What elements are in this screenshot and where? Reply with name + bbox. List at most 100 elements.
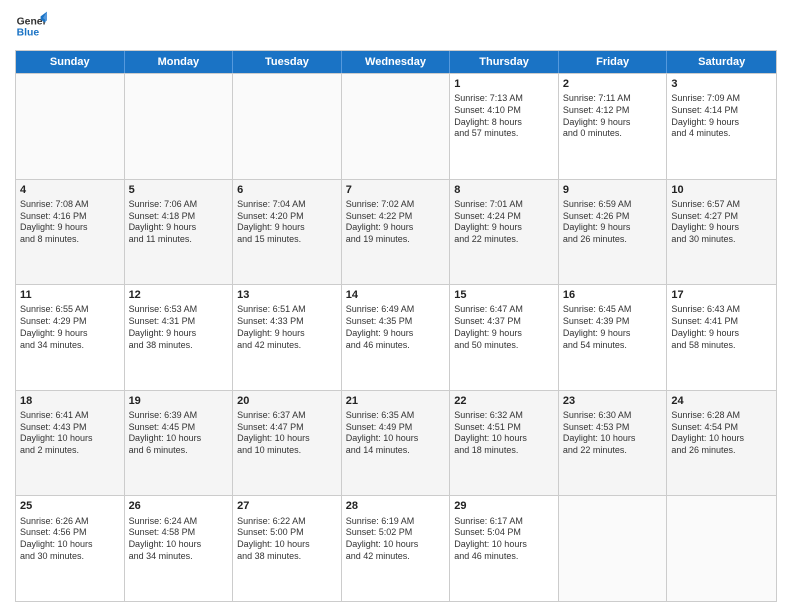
logo: General Blue	[15, 10, 47, 42]
logo-icon: General Blue	[15, 10, 47, 42]
day-info: Sunset: 4:29 PM	[20, 316, 120, 328]
day-info: Sunrise: 6:49 AM	[346, 304, 446, 316]
day-info: Daylight: 9 hours	[563, 222, 663, 234]
day-info: Daylight: 9 hours	[563, 117, 663, 129]
day-info: Sunrise: 6:55 AM	[20, 304, 120, 316]
day-info: Daylight: 9 hours	[129, 328, 229, 340]
calendar-row-1: 4Sunrise: 7:08 AMSunset: 4:16 PMDaylight…	[16, 179, 776, 285]
day-info: Daylight: 9 hours	[563, 328, 663, 340]
calendar-cell: 13Sunrise: 6:51 AMSunset: 4:33 PMDayligh…	[233, 285, 342, 390]
calendar-cell: 25Sunrise: 6:26 AMSunset: 4:56 PMDayligh…	[16, 496, 125, 601]
day-number: 15	[454, 288, 554, 302]
day-info: Daylight: 9 hours	[671, 328, 772, 340]
day-info: Sunrise: 6:32 AM	[454, 410, 554, 422]
day-info: Sunrise: 6:45 AM	[563, 304, 663, 316]
day-info: Daylight: 9 hours	[454, 328, 554, 340]
day-info: Daylight: 10 hours	[20, 539, 120, 551]
calendar-row-3: 18Sunrise: 6:41 AMSunset: 4:43 PMDayligh…	[16, 390, 776, 496]
day-number: 16	[563, 288, 663, 302]
calendar-cell: 23Sunrise: 6:30 AMSunset: 4:53 PMDayligh…	[559, 391, 668, 496]
day-info: and 57 minutes.	[454, 128, 554, 140]
header: General Blue	[15, 10, 777, 42]
day-info: Sunrise: 6:24 AM	[129, 516, 229, 528]
day-number: 8	[454, 183, 554, 197]
day-info: Sunset: 4:51 PM	[454, 422, 554, 434]
day-info: and 10 minutes.	[237, 445, 337, 457]
day-number: 23	[563, 394, 663, 408]
calendar-cell: 21Sunrise: 6:35 AMSunset: 4:49 PMDayligh…	[342, 391, 451, 496]
day-info: Sunset: 5:02 PM	[346, 527, 446, 539]
day-info: Sunset: 4:54 PM	[671, 422, 772, 434]
day-info: Daylight: 9 hours	[671, 117, 772, 129]
day-number: 1	[454, 77, 554, 91]
day-info: Daylight: 9 hours	[671, 222, 772, 234]
day-info: and 34 minutes.	[129, 551, 229, 563]
day-info: Sunrise: 6:37 AM	[237, 410, 337, 422]
day-info: Sunrise: 6:47 AM	[454, 304, 554, 316]
calendar-cell	[342, 74, 451, 179]
day-info: Sunset: 4:10 PM	[454, 105, 554, 117]
day-number: 12	[129, 288, 229, 302]
weekday-header-sunday: Sunday	[16, 51, 125, 73]
calendar-cell: 16 Sunrise: 6:45 AMSunset: 4:39 PMDayligh…	[559, 285, 668, 390]
day-info: and 46 minutes.	[454, 551, 554, 563]
day-number: 24	[671, 394, 772, 408]
day-info: Sunrise: 6:39 AM	[129, 410, 229, 422]
day-info: Sunset: 4:31 PM	[129, 316, 229, 328]
calendar-cell: 27Sunrise: 6:22 AMSunset: 5:00 PMDayligh…	[233, 496, 342, 601]
day-info: and 50 minutes.	[454, 340, 554, 352]
day-info: Daylight: 9 hours	[346, 328, 446, 340]
calendar-row-4: 25Sunrise: 6:26 AMSunset: 4:56 PMDayligh…	[16, 495, 776, 601]
day-info: and 2 minutes.	[20, 445, 120, 457]
calendar-cell: 6Sunrise: 7:04 AMSunset: 4:20 PMDaylight…	[233, 180, 342, 285]
day-info: Sunrise: 7:02 AM	[346, 199, 446, 211]
calendar-cell: 29Sunrise: 6:17 AMSunset: 5:04 PMDayligh…	[450, 496, 559, 601]
calendar-cell: 28Sunrise: 6:19 AMSunset: 5:02 PMDayligh…	[342, 496, 451, 601]
calendar-cell: 26Sunrise: 6:24 AMSunset: 4:58 PMDayligh…	[125, 496, 234, 601]
weekday-header-tuesday: Tuesday	[233, 51, 342, 73]
weekday-header-monday: Monday	[125, 51, 234, 73]
day-info: Sunrise: 6:35 AM	[346, 410, 446, 422]
day-info: Daylight: 9 hours	[454, 222, 554, 234]
calendar-cell: 19Sunrise: 6:39 AMSunset: 4:45 PMDayligh…	[125, 391, 234, 496]
day-info: and 4 minutes.	[671, 128, 772, 140]
day-info: Sunset: 4:43 PM	[20, 422, 120, 434]
day-info: Sunrise: 7:11 AM	[563, 93, 663, 105]
day-info: and 0 minutes.	[563, 128, 663, 140]
day-info: Sunrise: 6:26 AM	[20, 516, 120, 528]
calendar-cell: 12Sunrise: 6:53 AMSunset: 4:31 PMDayligh…	[125, 285, 234, 390]
page: General Blue SundayMondayTuesdayWednesda…	[0, 0, 792, 612]
day-info: Sunrise: 6:19 AM	[346, 516, 446, 528]
day-info: and 22 minutes.	[454, 234, 554, 246]
day-info: Daylight: 9 hours	[20, 328, 120, 340]
day-info: Sunset: 4:16 PM	[20, 211, 120, 223]
day-info: Daylight: 8 hours	[454, 117, 554, 129]
weekday-header-saturday: Saturday	[667, 51, 776, 73]
day-info: Daylight: 10 hours	[346, 433, 446, 445]
day-info: and 14 minutes.	[346, 445, 446, 457]
day-info: Sunset: 4:39 PM	[563, 316, 663, 328]
calendar-cell: 17Sunrise: 6:43 AMSunset: 4:41 PMDayligh…	[667, 285, 776, 390]
day-number: 22	[454, 394, 554, 408]
day-info: Sunset: 5:04 PM	[454, 527, 554, 539]
day-number: 5	[129, 183, 229, 197]
day-number: 6	[237, 183, 337, 197]
day-info: Sunset: 4:53 PM	[563, 422, 663, 434]
day-info: and 8 minutes.	[20, 234, 120, 246]
calendar-cell: 2 Sunrise: 7:11 AMSunset: 4:12 PMDaylight…	[559, 74, 668, 179]
day-info: Sunset: 4:12 PM	[563, 105, 663, 117]
calendar-cell	[559, 496, 668, 601]
day-number: 7	[346, 183, 446, 197]
day-number: 25	[20, 499, 120, 513]
day-info: Sunrise: 6:28 AM	[671, 410, 772, 422]
day-number: 2	[563, 77, 663, 91]
day-info: Daylight: 10 hours	[237, 539, 337, 551]
day-info: Sunrise: 6:59 AM	[563, 199, 663, 211]
calendar-cell: 18Sunrise: 6:41 AMSunset: 4:43 PMDayligh…	[16, 391, 125, 496]
day-info: Sunrise: 6:43 AM	[671, 304, 772, 316]
day-info: Daylight: 9 hours	[129, 222, 229, 234]
day-number: 14	[346, 288, 446, 302]
day-number: 26	[129, 499, 229, 513]
calendar-cell: 20Sunrise: 6:37 AMSunset: 4:47 PMDayligh…	[233, 391, 342, 496]
day-info: Sunrise: 7:06 AM	[129, 199, 229, 211]
